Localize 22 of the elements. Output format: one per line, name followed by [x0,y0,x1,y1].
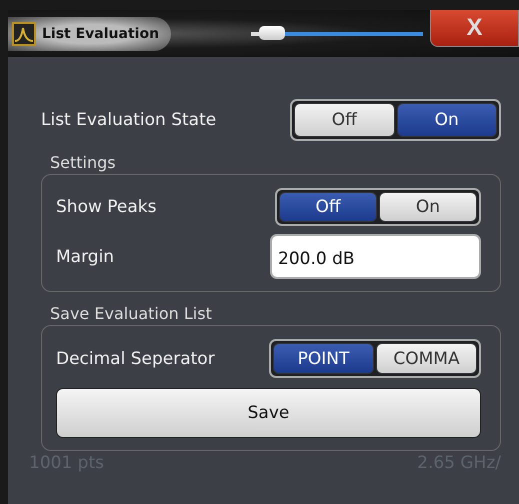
section-title: Settings [50,153,117,172]
toggle-option[interactable]: COMMA [376,343,477,374]
margin-label: Margin [56,246,114,266]
toggle-option[interactable]: Off [294,103,394,137]
window-title: List Evaluation [42,26,160,42]
toggle-option[interactable]: Off [279,192,377,222]
state-toggle[interactable]: Off On [290,99,501,141]
separator-toggle[interactable]: POINT COMMA [269,339,481,378]
transparency-slider[interactable] [251,28,424,38]
separator-label: Decimal Seperator [56,348,215,368]
section-title: Save Evaluation List [50,304,213,323]
peak-icon [12,22,36,46]
state-label: List Evaluation State [41,110,216,130]
close-button[interactable]: X [430,10,519,47]
margin-field[interactable]: 200.0 dB [270,234,481,279]
save-button[interactable]: Save [56,388,481,438]
toggle-option[interactable]: POINT [273,343,374,374]
show-peaks-label: Show Peaks [56,197,156,217]
slider-thumb[interactable] [258,26,285,40]
toggle-option[interactable]: On [379,192,477,222]
toggle-option[interactable]: On [396,103,497,137]
show-peaks-toggle[interactable]: Off On [275,188,481,226]
